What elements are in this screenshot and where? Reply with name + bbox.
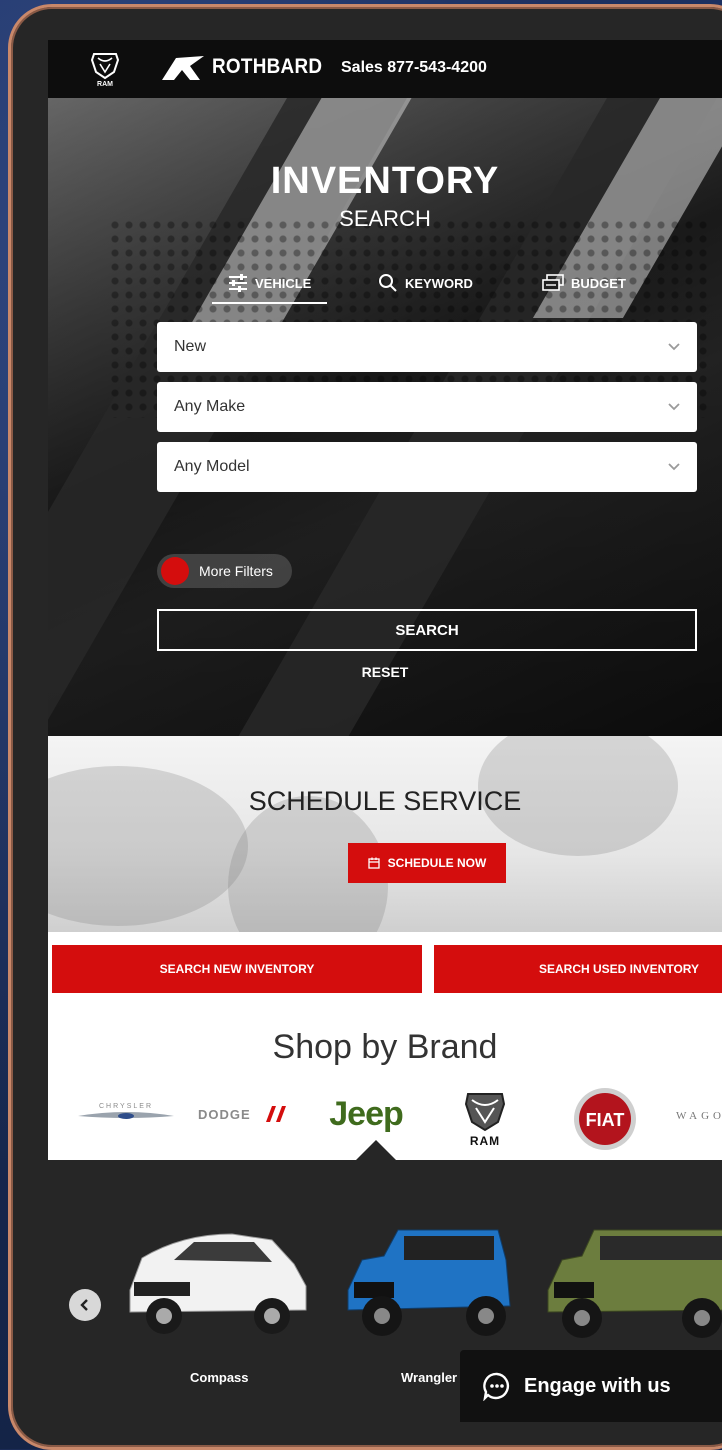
brand-ram[interactable]: RAM	[458, 1090, 512, 1150]
car-compass-name[interactable]: Compass	[190, 1370, 249, 1385]
brand-fiat[interactable]: FIAT	[572, 1086, 638, 1152]
sliders-icon	[229, 274, 247, 292]
make-select[interactable]: Any Make	[157, 382, 697, 432]
tab-keyword[interactable]: KEYWORD	[378, 273, 473, 293]
tab-budget[interactable]: BUDGET	[542, 274, 626, 292]
hero-title: INVENTORY	[270, 160, 500, 202]
toggle-knob	[161, 557, 189, 585]
reset-link[interactable]: RESET	[48, 664, 722, 680]
engage-chat-button[interactable]: Engage with us	[460, 1350, 722, 1422]
model-select-value: Any Model	[174, 458, 250, 475]
car-compass[interactable]	[122, 1220, 312, 1345]
money-icon	[542, 274, 564, 291]
dodge-logo: DODGE	[198, 1106, 286, 1122]
engage-chat-label: Engage with us	[524, 1374, 671, 1397]
tab-budget-label: BUDGET	[571, 275, 626, 291]
carousel-pointer	[356, 1140, 396, 1160]
condition-select[interactable]: New	[157, 322, 697, 372]
car-wrangler-unlimited[interactable]	[542, 1220, 722, 1345]
brand-wagoneer[interactable]: WAGO	[676, 1106, 722, 1126]
wrangler-green-vehicle-image	[547, 1229, 722, 1338]
ram-logo[interactable]: RAM	[88, 50, 122, 88]
car-wrangler[interactable]	[338, 1220, 518, 1345]
brand-jeep-name: Jeep	[329, 1094, 403, 1133]
more-filters-label: More Filters	[199, 563, 273, 579]
inventory-search-hero: INVENTORY SEARCH VEHICLE KEYWORD BUDGET …	[48, 98, 722, 736]
calendar-icon	[368, 857, 380, 869]
compass-vehicle-image	[129, 1233, 307, 1334]
search-mode-tabs: VEHICLE KEYWORD BUDGET	[48, 264, 722, 304]
tab-keyword-label: KEYWORD	[405, 275, 473, 291]
shop-by-brand-heading: Shop by Brand	[272, 1028, 498, 1066]
sales-phone-link[interactable]: Sales 877-543-4200	[341, 59, 487, 77]
fiat-logo: FIAT	[574, 1088, 636, 1150]
condition-select-value: New	[174, 338, 207, 355]
site-header: RAM ROTHBARD Sales 877-543-4200	[48, 40, 722, 98]
ram-head-icon: RAM	[90, 53, 120, 88]
browser-viewport: RAM ROTHBARD Sales 877-543-4200 INVENTOR…	[48, 40, 722, 1422]
more-filters-toggle[interactable]: More Filters	[157, 554, 292, 588]
brand-chrysler[interactable]: CHRYSLER	[76, 1100, 176, 1124]
rothbard-r-icon	[162, 56, 204, 80]
brand-dodge-name: DODGE	[198, 1107, 251, 1122]
wrangler-vehicle-image	[347, 1229, 511, 1336]
search-icon	[379, 274, 397, 292]
chevron-down-icon	[668, 343, 680, 351]
brand-jeep[interactable]: Jeep	[320, 1094, 412, 1134]
schedule-service-title: SCHEDULE SERVICE	[248, 786, 522, 816]
chat-bubble-icon	[483, 1372, 510, 1401]
search-button[interactable]: SEARCH	[157, 609, 697, 651]
brand-wagoneer-name: WAGO	[676, 1110, 722, 1122]
brand-fiat-name: FIAT	[586, 1110, 625, 1130]
chevron-down-icon	[668, 403, 680, 411]
schedule-service-section: SCHEDULE SERVICE SCHEDULE NOW	[48, 736, 722, 932]
brand-dodge[interactable]: DODGE	[196, 1102, 296, 1126]
search-new-inventory-button[interactable]: SEARCH NEW INVENTORY	[52, 945, 422, 993]
rothbard-logo[interactable]: ROTHBARD	[160, 52, 335, 82]
schedule-now-button[interactable]: SCHEDULE NOW	[348, 843, 506, 883]
brand-ram-name: RAM	[470, 1134, 500, 1148]
brand-name: ROTHBARD	[212, 55, 323, 78]
model-select[interactable]: Any Model	[157, 442, 697, 492]
brand-chrysler-name: CHRYSLER	[99, 1103, 153, 1110]
make-select-value: Any Make	[174, 398, 246, 415]
hero-subtitle: SEARCH	[339, 206, 431, 231]
car-wrangler-name[interactable]: Wrangler	[401, 1370, 457, 1385]
schedule-now-label: SCHEDULE NOW	[387, 856, 487, 870]
carousel-prev-button[interactable]	[69, 1289, 101, 1321]
tab-vehicle[interactable]: VEHICLE	[211, 274, 328, 304]
tab-vehicle-label: VEHICLE	[255, 275, 312, 291]
chevron-down-icon	[668, 463, 680, 471]
chevron-left-icon	[80, 1299, 88, 1311]
ram-brand-logo: RAM	[464, 1093, 506, 1148]
ram-badge-text: RAM	[97, 81, 113, 88]
chrysler-wings-logo: CHRYSLER	[78, 1103, 174, 1119]
search-used-inventory-button[interactable]: SEARCH USED INVENTORY	[434, 945, 722, 993]
